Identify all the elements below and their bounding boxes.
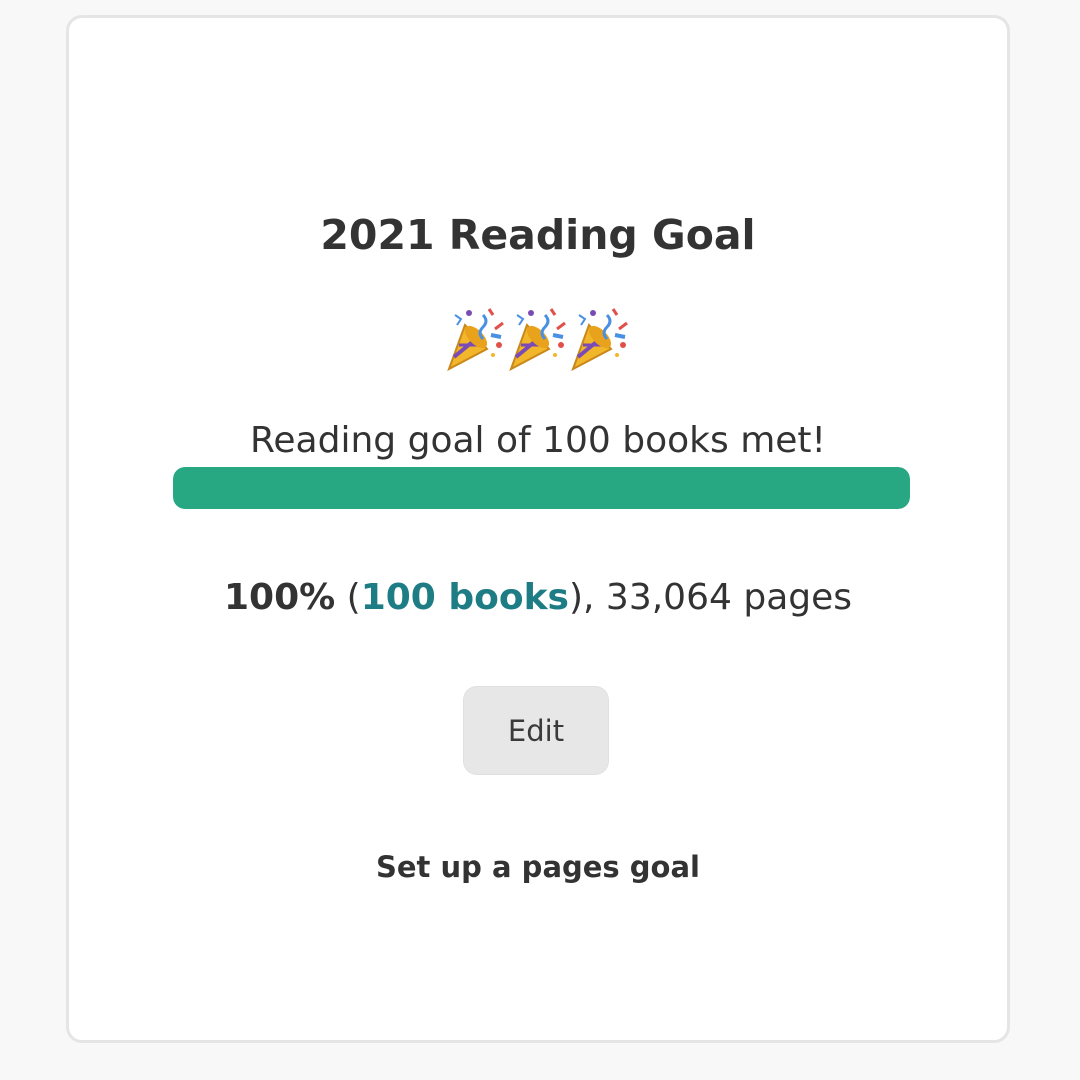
card-title: 2021 Reading Goal <box>320 211 756 259</box>
reading-goal-card: 2021 Reading Goal Reading goal of 100 bo… <box>66 15 1010 1043</box>
percent-complete: 100% <box>223 577 336 618</box>
party-popper-icon <box>569 305 631 373</box>
stats-open-paren: ( <box>335 577 361 618</box>
celebration-icons <box>69 305 1007 373</box>
goal-progress-bar <box>173 467 910 509</box>
party-popper-icon <box>445 305 507 373</box>
edit-button[interactable]: Edit <box>463 686 609 775</box>
books-read-link[interactable]: 100 books <box>361 577 569 618</box>
party-popper-icon <box>507 305 569 373</box>
set-up-pages-goal-link[interactable]: Set up a pages goal <box>69 850 1007 884</box>
goal-stats: 100% (100 books), 33,064 pages <box>69 577 1007 618</box>
pages-read-count: ), 33,064 pages <box>569 577 853 618</box>
goal-progress-fill <box>173 467 910 509</box>
goal-met-message: Reading goal of 100 books met! <box>250 420 826 461</box>
